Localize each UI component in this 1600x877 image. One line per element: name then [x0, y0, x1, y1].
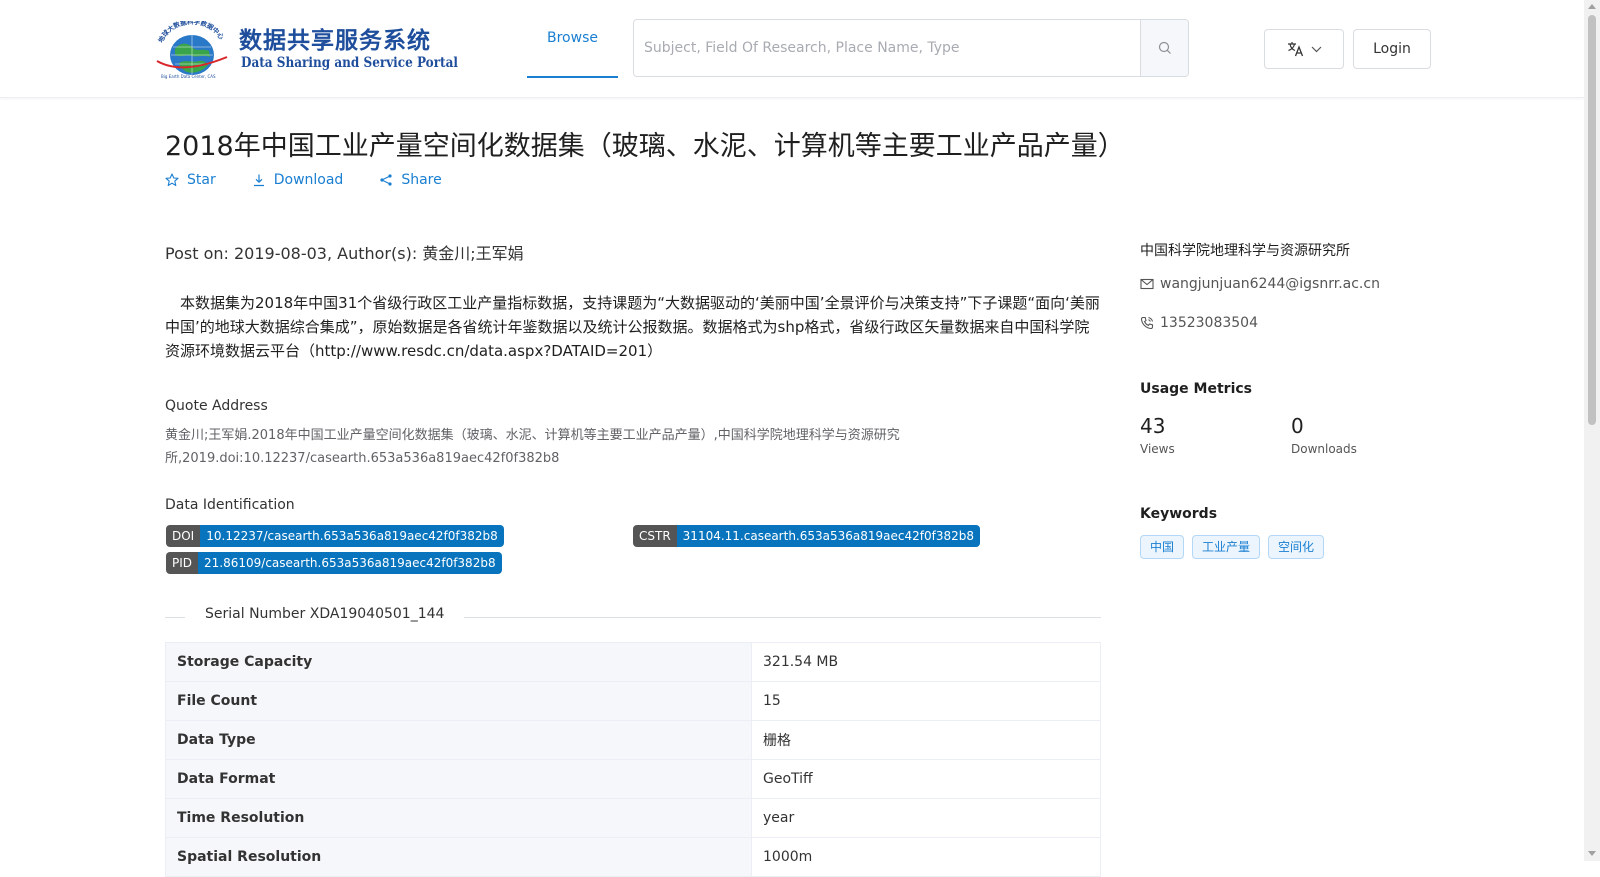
- page-scrollbar[interactable]: [1584, 0, 1600, 861]
- keyword-tag[interactable]: 空间化: [1268, 535, 1325, 559]
- info-value: 1000m: [751, 837, 1101, 877]
- contact-phone[interactable]: 13523083504: [1140, 315, 1258, 331]
- post-info: Post on: 2019-08-03, Author(s): 黄金川;王军娟: [165, 244, 524, 263]
- translate-icon: [1287, 42, 1303, 57]
- download-icon: [253, 174, 264, 187]
- nav-browse-tab[interactable]: Browse: [527, 0, 618, 78]
- info-key: Time Resolution: [165, 798, 752, 838]
- dataset-info-table: Storage Capacity 321.54 MB File Count 15…: [165, 642, 1101, 877]
- phone-icon: [1140, 316, 1154, 330]
- views-count: 43: [1140, 414, 1166, 438]
- search-bar: [633, 19, 1189, 77]
- quote-address-text: 黄金川;王军娟.2018年中国工业产量空间化数据集（玻璃、水泥、计算机等主要工业…: [165, 428, 900, 466]
- logo-title-cn: 数据共享服务系统: [239, 28, 431, 54]
- doi-badge[interactable]: DOI 10.12237/casearth.653a536a819aec42f0…: [166, 525, 504, 547]
- scroll-up-arrow-icon[interactable]: [1588, 4, 1596, 9]
- email-text: wangjunjuan6244@igsnrr.ac.cn: [1160, 276, 1380, 292]
- downloads-count: 0: [1291, 414, 1304, 438]
- table-row: File Count 15: [165, 681, 1101, 721]
- dataset-title: 2018年中国工业产量空间化数据集（玻璃、水泥、计算机等主要工业产品产量）: [165, 131, 1125, 162]
- share-icon: [380, 174, 392, 186]
- keywords-title: Keywords: [1140, 506, 1218, 522]
- search-input[interactable]: [634, 20, 1142, 76]
- organization-name: 中国科学院地理科学与资源研究所: [1140, 243, 1350, 259]
- info-value: year: [751, 798, 1101, 838]
- downloads-label: Downloads: [1291, 442, 1357, 456]
- table-row: Spatial Resolution 1000m: [165, 837, 1101, 877]
- keywords-list: 中国 工业产量 空间化: [1140, 535, 1325, 559]
- keyword-tag[interactable]: 工业产量: [1192, 535, 1261, 559]
- star-label: Star: [187, 172, 216, 188]
- share-button[interactable]: Share: [379, 172, 442, 188]
- doi-badge-value: 10.12237/casearth.653a536a819aec42f0f382…: [200, 525, 504, 547]
- mail-icon: [1140, 278, 1154, 290]
- login-button[interactable]: Login: [1353, 29, 1431, 69]
- dataset-actions: Star Download Share: [165, 172, 478, 188]
- star-icon: [165, 173, 179, 187]
- table-row: Time Resolution year: [165, 798, 1101, 838]
- share-label: Share: [401, 172, 442, 188]
- phone-text: 13523083504: [1160, 315, 1258, 331]
- scroll-down-arrow-icon[interactable]: [1588, 851, 1596, 856]
- doi-badge-key: DOI: [166, 525, 201, 547]
- top-header: 地球大数据科学数据中心 Big Earth Data Center, CAS 数…: [0, 0, 1584, 98]
- pid-badge[interactable]: PID 21.86109/casearth.653a536a819aec42f0…: [166, 552, 502, 574]
- cstr-badge-key: CSTR: [633, 525, 677, 547]
- logo-sub-text: Big Earth Data Center, CAS: [161, 74, 216, 79]
- site-logo[interactable]: 地球大数据科学数据中心 Big Earth Data Center, CAS 数…: [153, 18, 458, 80]
- usage-metrics-title: Usage Metrics: [1140, 381, 1252, 397]
- info-key: File Count: [165, 681, 752, 721]
- download-button[interactable]: Download: [252, 172, 344, 188]
- info-key: Storage Capacity: [165, 642, 752, 682]
- pid-badge-key: PID: [166, 552, 199, 574]
- info-key: Data Format: [165, 759, 752, 799]
- info-value: 321.54 MB: [751, 642, 1101, 682]
- quote-address-label: Quote Address: [165, 398, 268, 414]
- info-value: 15: [751, 681, 1101, 721]
- keyword-tag[interactable]: 中国: [1140, 535, 1185, 559]
- serial-number: Serial Number XDA19040501_144: [185, 606, 465, 622]
- table-row: Data Type 栅格: [165, 720, 1101, 760]
- download-label: Download: [273, 172, 344, 188]
- data-identification-label: Data Identification: [165, 497, 295, 513]
- search-icon: [1158, 41, 1171, 54]
- info-key: Data Type: [165, 720, 752, 760]
- language-dropdown[interactable]: [1264, 29, 1344, 69]
- pid-badge-value: 21.86109/casearth.653a536a819aec42f0f382…: [198, 552, 502, 574]
- search-button[interactable]: [1140, 20, 1188, 76]
- scrollbar-thumb[interactable]: [1588, 15, 1596, 425]
- info-value: 栅格: [751, 720, 1101, 760]
- info-value: GeoTiff: [751, 759, 1101, 799]
- info-key: Spatial Resolution: [165, 837, 752, 877]
- table-row: Data Format GeoTiff: [165, 759, 1101, 799]
- cstr-badge-value: 31104.11.casearth.653a536a819aec42f0f382…: [676, 525, 981, 547]
- table-row: Storage Capacity 321.54 MB: [165, 642, 1101, 682]
- dataset-description: 本数据集为2018年中国31个省级行政区工业产量指标数据，支持课题为“大数据驱动…: [165, 294, 1100, 360]
- globe-logo-icon: 地球大数据科学数据中心 Big Earth Data Center, CAS: [156, 21, 228, 79]
- chevron-down-icon: [1311, 46, 1321, 52]
- cstr-badge[interactable]: CSTR 31104.11.casearth.653a536a819aec42f…: [633, 525, 981, 547]
- star-button[interactable]: Star: [165, 172, 216, 188]
- views-label: Views: [1140, 442, 1175, 456]
- logo-title-en: Data Sharing and Service Portal: [241, 55, 458, 71]
- contact-email[interactable]: wangjunjuan6244@igsnrr.ac.cn: [1140, 276, 1380, 292]
